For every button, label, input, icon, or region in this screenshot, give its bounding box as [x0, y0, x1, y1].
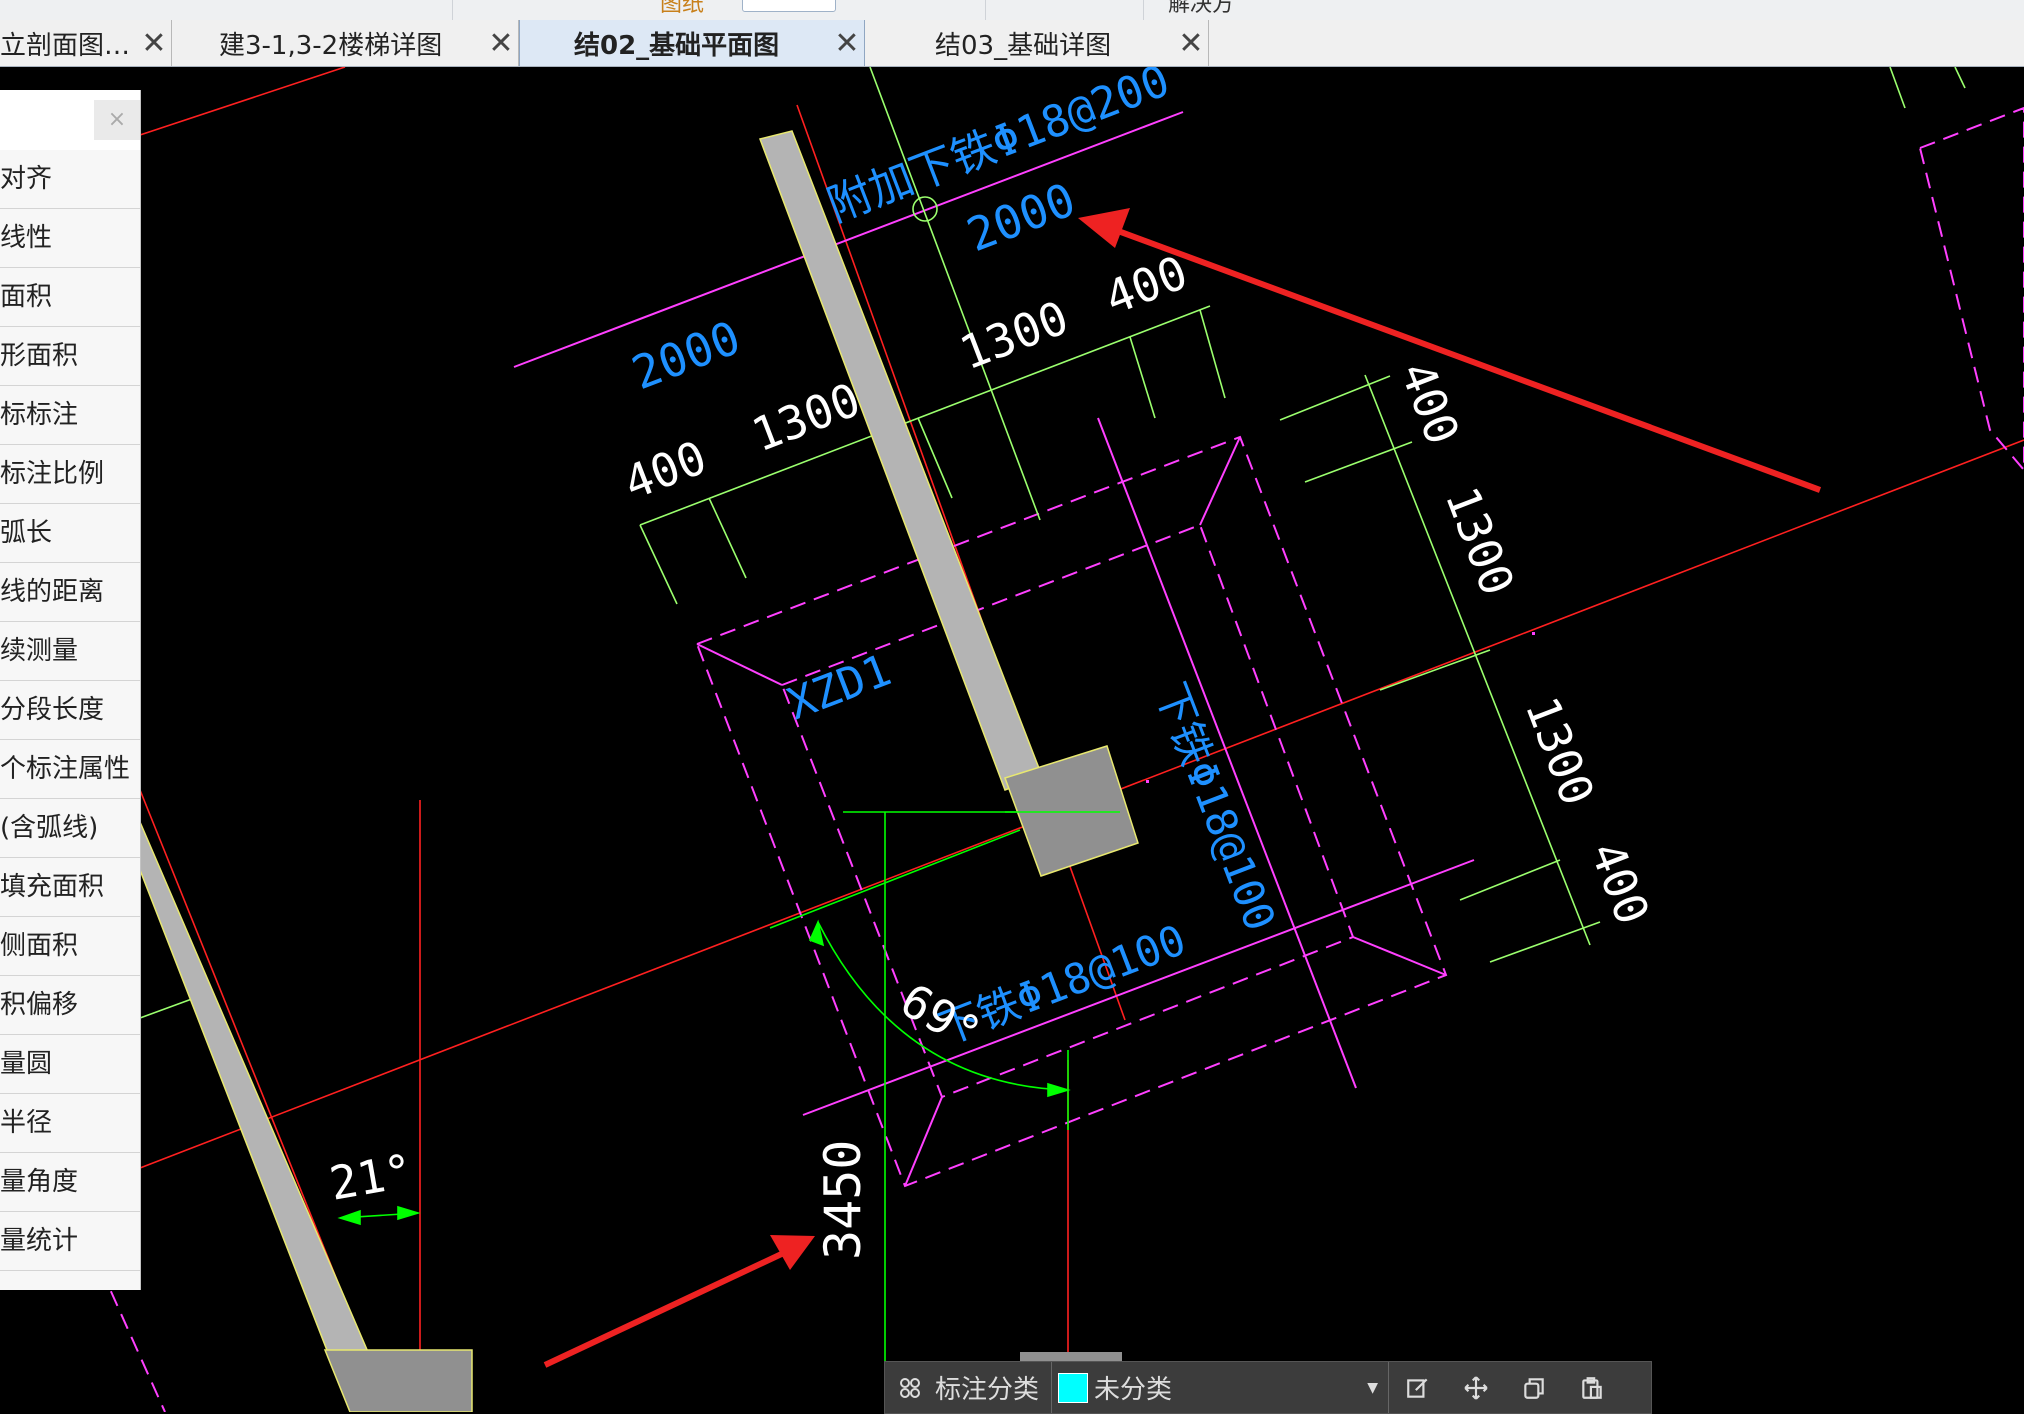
panel-item[interactable]: 线的距离: [0, 563, 140, 622]
snap-point: [1532, 632, 1535, 635]
category-label: 标注分类: [935, 1375, 1040, 1405]
panel-item[interactable]: 对齐: [0, 150, 140, 209]
tab-foundation-plan[interactable]: 结02_基础平面图 ✕: [519, 20, 865, 66]
wall-left-footing: [323, 1349, 473, 1412]
toolbar-divider: [452, 0, 453, 20]
close-icon[interactable]: ✕: [137, 26, 171, 61]
category-value: 未分类: [1094, 1375, 1173, 1405]
toolbar-divider: [985, 0, 986, 20]
tab-elevation-section[interactable]: 立剖面图… ✕: [0, 20, 172, 66]
tab-label: 建3-1,3-2楼梯详图: [219, 30, 443, 61]
panel-item[interactable]: 形面积: [0, 327, 140, 386]
panel-item[interactable]: 标标注: [0, 386, 140, 445]
panel-item[interactable]: 量圆: [0, 1035, 140, 1094]
toolbar-divider: [1143, 0, 1144, 20]
edit-icon[interactable]: [1389, 1362, 1447, 1413]
panel-item[interactable]: 个标注属性: [0, 740, 140, 799]
grid-icon[interactable]: [885, 1362, 935, 1413]
tab-foundation-detail[interactable]: 结03_基础详图 ✕: [865, 20, 1209, 66]
toolbar-right-text: 解决方: [1168, 0, 1235, 17]
document-tab-bar: 立剖面图… ✕ 建3-1,3-2楼梯详图 ✕ 结02_基础平面图 ✕ 结03_基…: [0, 20, 2024, 67]
dim-3450: 3450: [814, 1140, 872, 1260]
panel-item[interactable]: 侧面积: [0, 917, 140, 976]
panel-item[interactable]: 续测量: [0, 622, 140, 681]
panel-header: ×: [0, 90, 140, 150]
panel-item[interactable]: 面积: [0, 268, 140, 327]
toolbar-input[interactable]: [742, 0, 836, 12]
close-icon[interactable]: ✕: [484, 26, 518, 61]
panel-item[interactable]: 量统计: [0, 1212, 140, 1271]
toolbar-left-text: 图纸: [660, 0, 705, 17]
panel-item[interactable]: (含弧线): [0, 799, 140, 858]
snap-point: [1146, 780, 1149, 783]
category-select[interactable]: 未分类 ▼: [1052, 1362, 1388, 1413]
panel-item[interactable]: 填充面积: [0, 858, 140, 917]
panel-item[interactable]: 线性: [0, 209, 140, 268]
panel-item[interactable]: 半径: [0, 1094, 140, 1153]
copy-icon[interactable]: [1505, 1362, 1563, 1413]
cad-drawing-canvas[interactable]: 附加下铁Φ18@200 2000 2000 XZD1 下铁Φ18@100 下铁Φ…: [0, 67, 2024, 1412]
chevron-down-icon: ▼: [1367, 1379, 1379, 1396]
paste-icon[interactable]: [1563, 1362, 1621, 1413]
measure-tools-panel: × 对齐 线性 面积 形面积 标标注 标注比例 弧长 线的距离 续测量 分段长度…: [0, 90, 141, 1290]
tab-label: 结03_基础详图: [935, 30, 1112, 61]
top-toolbar-strip: 图纸 解决方: [0, 0, 2024, 20]
annotation-category-bar: 标注分类 未分类 ▼: [884, 1361, 1652, 1414]
tab-label: 结02_基础平面图: [574, 30, 780, 61]
panel-item[interactable]: 积偏移: [0, 976, 140, 1035]
move-icon[interactable]: [1447, 1362, 1505, 1413]
panel-item[interactable]: 弧长: [0, 504, 140, 563]
panel-item[interactable]: 量角度: [0, 1153, 140, 1212]
color-swatch: [1058, 1372, 1089, 1403]
close-icon[interactable]: ✕: [1174, 26, 1208, 61]
tab-label: 立剖面图…: [0, 30, 131, 61]
panel-item[interactable]: 标注比例: [0, 445, 140, 504]
close-icon[interactable]: ×: [94, 100, 140, 140]
panel-item[interactable]: 分段长度: [0, 681, 140, 740]
tab-stair-detail[interactable]: 建3-1,3-2楼梯详图 ✕: [172, 20, 519, 66]
close-icon[interactable]: ✕: [830, 26, 864, 61]
